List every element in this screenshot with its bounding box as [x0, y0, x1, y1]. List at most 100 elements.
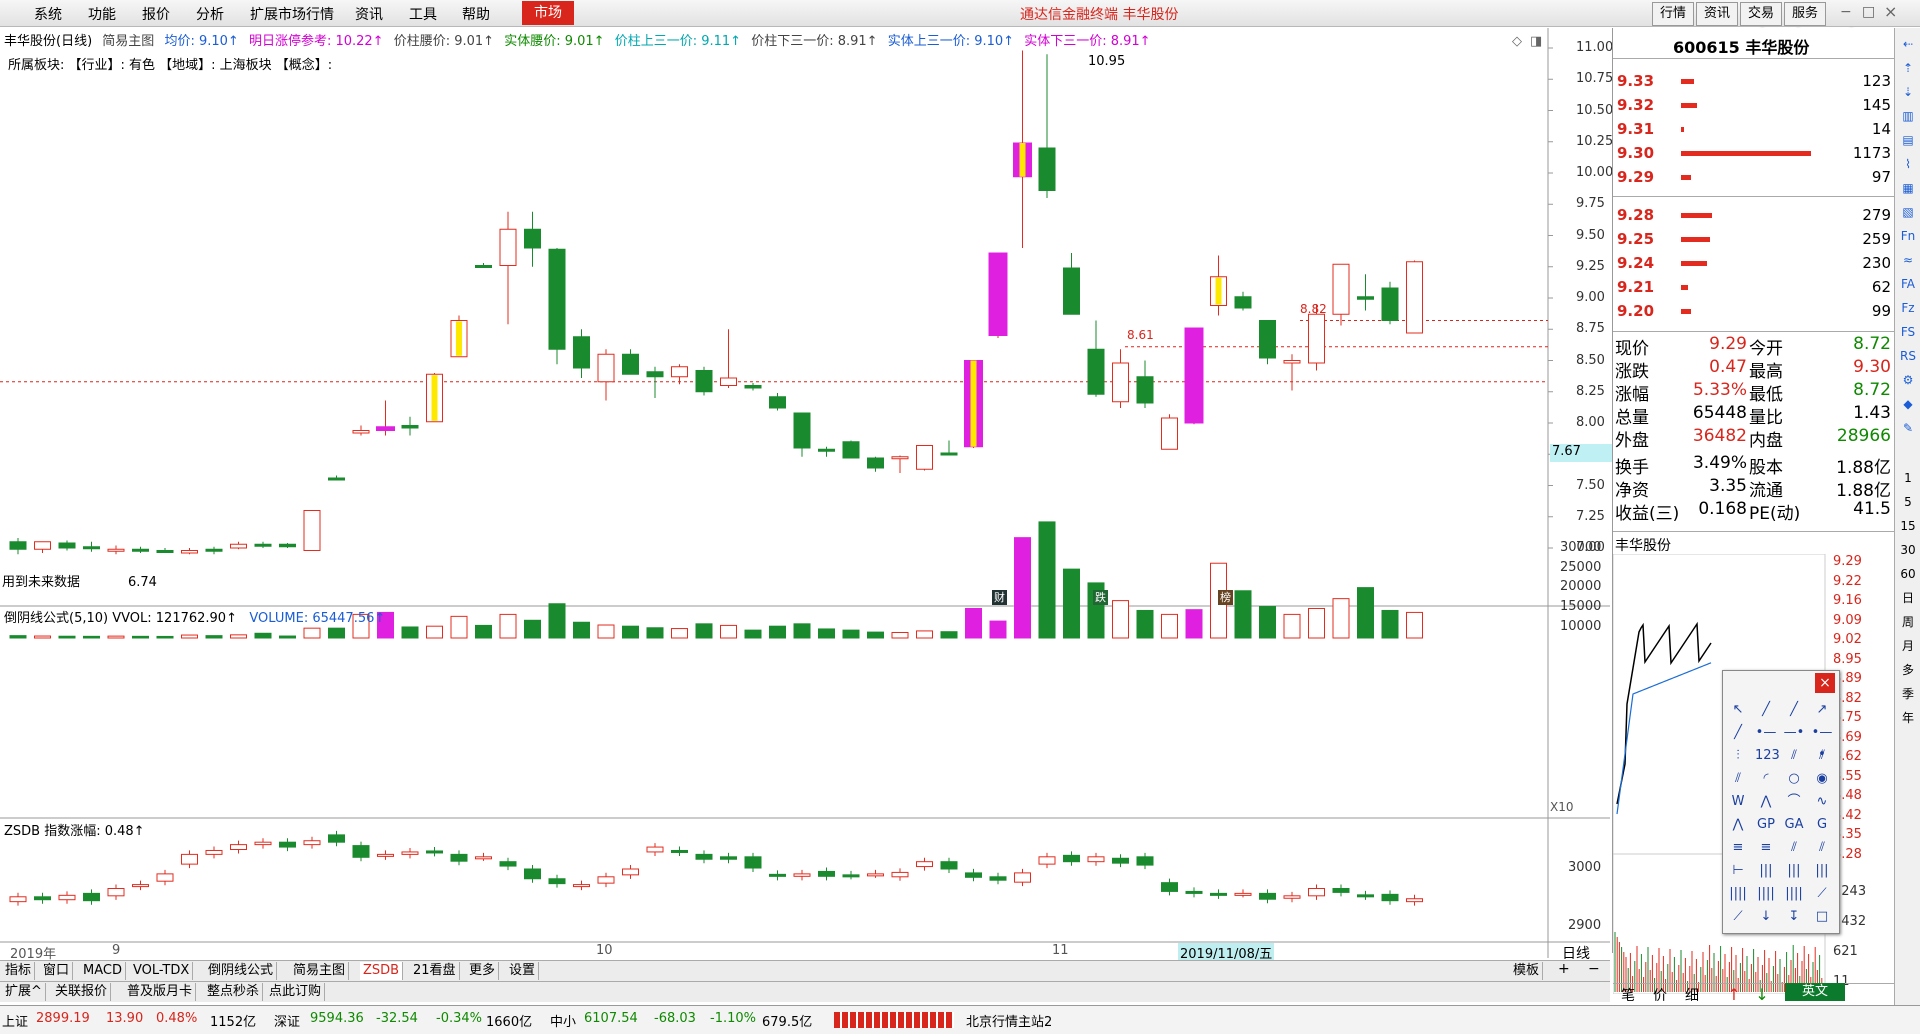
- menu-function[interactable]: 功能: [88, 4, 116, 24]
- marker-rank[interactable]: 榜: [1218, 590, 1233, 605]
- menu-info[interactable]: 资讯: [355, 4, 383, 24]
- speed-tool-icon[interactable]: ⫽: [1783, 837, 1805, 859]
- line-tool-icon[interactable]: ╱: [1755, 699, 1777, 721]
- menu-system[interactable]: 系统: [34, 4, 62, 24]
- fz-icon[interactable]: Fz: [1898, 298, 1918, 318]
- tab-detail[interactable]: 细: [1685, 985, 1699, 1005]
- template-button[interactable]: 模板: [1510, 962, 1544, 980]
- trade-quote-button[interactable]: 行情: [1652, 2, 1694, 26]
- cycle-tool-icon[interactable]: ◉: [1811, 768, 1833, 790]
- segment-tool-icon[interactable]: ╱: [1727, 722, 1749, 744]
- orderbook-row[interactable]: 9.25 259: [1613, 230, 1895, 252]
- menu-tools[interactable]: 工具: [409, 4, 437, 24]
- point-line-tool-icon[interactable]: •—: [1755, 722, 1777, 744]
- arrow-down-icon[interactable]: ↓: [1750, 985, 1774, 1004]
- mark-tool-icon[interactable]: ↧: [1783, 906, 1805, 928]
- tab-indicator[interactable]: 指标: [2, 962, 36, 980]
- gann-price-tool-icon[interactable]: GP: [1755, 814, 1777, 836]
- period-button[interactable]: 月: [1898, 636, 1918, 656]
- table-icon[interactable]: ▧: [1898, 202, 1918, 222]
- diamond-icon[interactable]: ◇: [1512, 34, 1522, 49]
- period-tool-icon[interactable]: |||: [1755, 860, 1777, 882]
- tab-settings[interactable]: 设置: [506, 962, 540, 980]
- tab-simple-main[interactable]: 简易主图: [290, 962, 350, 980]
- toolbox-close-icon[interactable]: ×: [1815, 673, 1835, 693]
- maximize-icon[interactable]: □: [1862, 4, 1875, 20]
- back-icon[interactable]: ⇠: [1898, 34, 1918, 54]
- tab-extend[interactable]: 扩展^: [2, 983, 46, 1001]
- tab-flash-sale[interactable]: 整点秒杀: [204, 983, 264, 1001]
- regression-tool-icon[interactable]: ⟋: [1811, 883, 1833, 905]
- tab-macd[interactable]: MACD: [80, 962, 126, 980]
- menu-ext-market[interactable]: 扩展市场行情: [250, 4, 334, 24]
- list-icon[interactable]: ▤: [1898, 130, 1918, 150]
- period-button[interactable]: 周: [1898, 612, 1918, 632]
- circle-tool-icon[interactable]: ○: [1783, 768, 1805, 790]
- channel-tool-icon[interactable]: ⫽: [1783, 745, 1805, 767]
- orderbook-row[interactable]: 9.21 62: [1613, 278, 1895, 300]
- zoom-in-icon[interactable]: +: [1558, 961, 1570, 977]
- fa-icon[interactable]: FA: [1898, 274, 1918, 294]
- peak-tool-icon[interactable]: ⋀: [1755, 791, 1777, 813]
- rect-tool-icon[interactable]: □: [1811, 906, 1833, 928]
- orderbook-row[interactable]: 9.30 1173: [1613, 144, 1895, 166]
- orderbook-row[interactable]: 9.28 279: [1613, 206, 1895, 228]
- period-button[interactable]: 年: [1898, 708, 1918, 728]
- arrow-line-tool-icon[interactable]: ↗: [1811, 699, 1833, 721]
- equal-period-tool-icon[interactable]: |||: [1811, 860, 1833, 882]
- period-button[interactable]: 多: [1898, 660, 1918, 680]
- down-arrow-tool-icon[interactable]: ↓: [1755, 906, 1777, 928]
- period-button[interactable]: 15: [1898, 516, 1918, 536]
- wave-tool-icon[interactable]: W: [1727, 791, 1749, 813]
- arrow-up-icon[interactable]: ↑: [1722, 985, 1746, 1004]
- tab-reverse-yin[interactable]: 倒阴线公式: [205, 962, 278, 980]
- fn-icon[interactable]: Fn: [1898, 226, 1918, 246]
- close-icon[interactable]: ×: [1884, 2, 1897, 21]
- ladder-tool-icon[interactable]: ||||: [1783, 883, 1805, 905]
- marker-finance[interactable]: 财: [992, 590, 1007, 605]
- menu-analysis[interactable]: 分析: [196, 4, 224, 24]
- parallel-tool-icon[interactable]: ⫽: [1811, 745, 1833, 767]
- sh-label[interactable]: 上证: [2, 1011, 28, 1030]
- zoom-out-icon[interactable]: −: [1588, 961, 1600, 977]
- cycle-line-tool-icon[interactable]: ||||: [1727, 883, 1749, 905]
- orderbook-row[interactable]: 9.31 14: [1613, 120, 1895, 142]
- market-tab[interactable]: 市场: [522, 1, 574, 25]
- two-point-tool-icon[interactable]: •—•: [1811, 722, 1833, 762]
- vertical-tool-icon[interactable]: ⫶: [1727, 745, 1749, 767]
- marker-fall[interactable]: 跌: [1093, 590, 1108, 605]
- arc-tool-icon[interactable]: ◜: [1755, 768, 1777, 790]
- select-tool-icon[interactable]: ↖: [1727, 699, 1749, 721]
- gann-tool-icon[interactable]: G: [1811, 814, 1833, 836]
- server-name[interactable]: 北京行情主站2: [966, 1011, 1052, 1030]
- zx-label[interactable]: 中小: [550, 1011, 576, 1030]
- tab-21[interactable]: 21看盘: [410, 962, 460, 980]
- tab-window[interactable]: 窗口: [40, 962, 74, 980]
- kline-icon[interactable]: ▥: [1898, 106, 1918, 126]
- grid-icon[interactable]: ▦: [1898, 178, 1918, 198]
- tab-more[interactable]: 更多: [466, 962, 500, 980]
- minimize-icon[interactable]: −: [1840, 4, 1852, 20]
- menu-quote[interactable]: 报价: [142, 4, 170, 24]
- menu-help[interactable]: 帮助: [462, 4, 490, 24]
- fib-ext-tool-icon[interactable]: ≡: [1755, 837, 1777, 859]
- sz-label[interactable]: 深证: [274, 1011, 300, 1030]
- orderbook-row[interactable]: 9.20 99: [1613, 302, 1895, 324]
- trend-icon[interactable]: ⌇: [1898, 154, 1918, 174]
- news-button[interactable]: 资讯: [1696, 2, 1738, 26]
- trend-tool-icon[interactable]: ⟋: [1727, 906, 1749, 928]
- tab-tick[interactable]: 笔: [1621, 985, 1635, 1005]
- period-button[interactable]: 日: [1898, 588, 1918, 608]
- index-panel-title[interactable]: ZSDB 指数涨幅: 0.48↑: [4, 820, 145, 839]
- sine-tool-icon[interactable]: ∿: [1811, 791, 1833, 813]
- fib-time-tool-icon[interactable]: |||: [1783, 860, 1805, 882]
- pen-icon[interactable]: ✎: [1898, 418, 1918, 438]
- gann-angle-tool-icon[interactable]: GA: [1783, 814, 1805, 836]
- period-button[interactable]: 5: [1898, 492, 1918, 512]
- speed-arc-tool-icon[interactable]: ⫽: [1811, 837, 1833, 859]
- panel-toggle-icon[interactable]: ◨: [1530, 34, 1542, 49]
- period-button[interactable]: 60: [1898, 564, 1918, 584]
- tab-price[interactable]: 价: [1653, 985, 1667, 1005]
- tab-order-here[interactable]: 点此订购: [266, 983, 326, 1001]
- orderbook-row[interactable]: 9.32 145: [1613, 96, 1895, 118]
